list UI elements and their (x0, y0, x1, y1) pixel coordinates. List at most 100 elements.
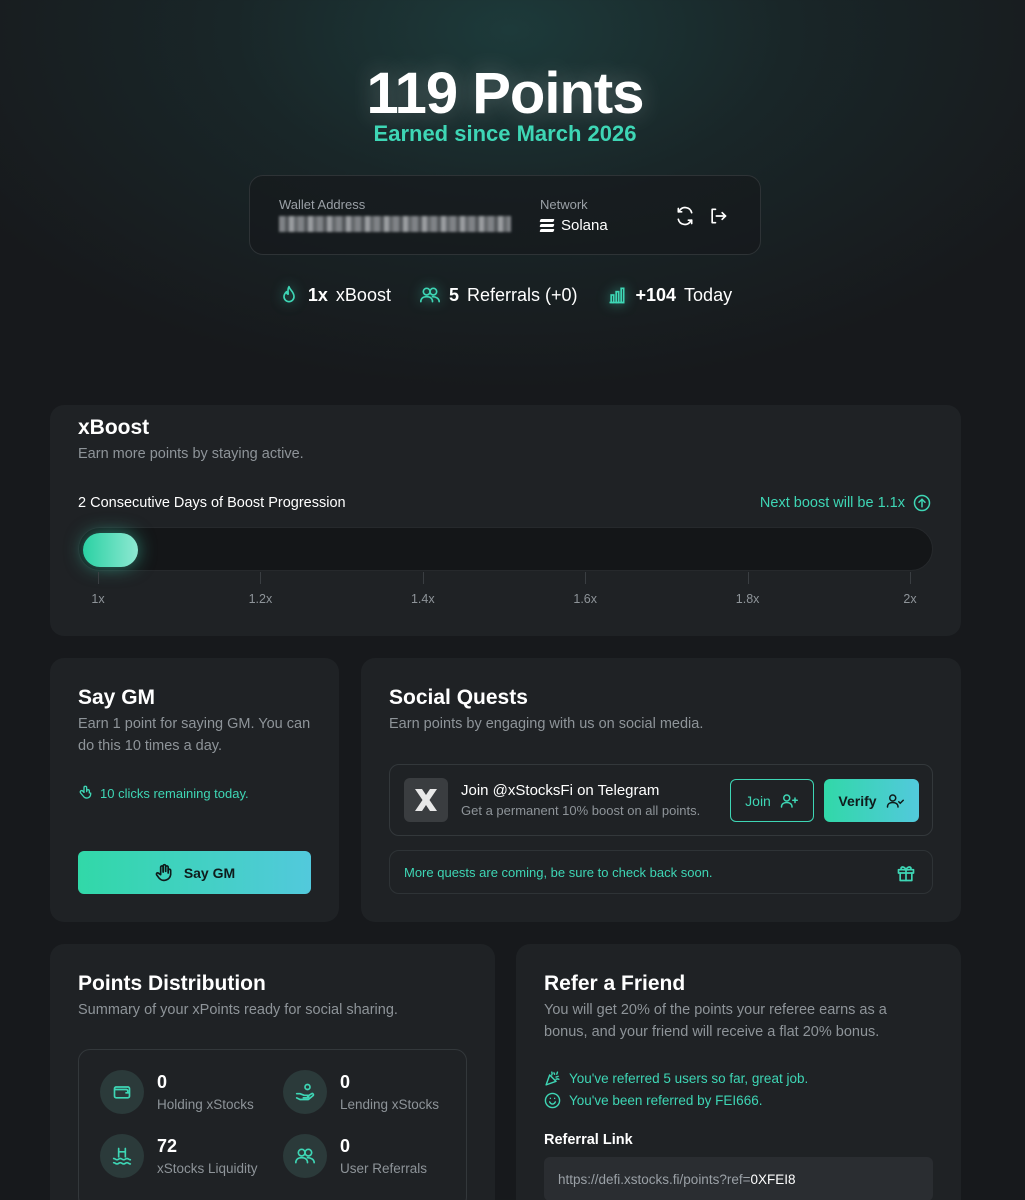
network-label: Network (540, 197, 588, 212)
xboost-label: xBoost (335, 284, 391, 305)
network-name: Solana (561, 217, 608, 234)
solana-icon (539, 219, 555, 232)
more-quests-text: More quests are coming, be sure to check… (404, 865, 713, 880)
points-total-title: 119 Points (366, 61, 645, 126)
today-value: +104 (635, 284, 677, 305)
network-value: Solana (539, 217, 608, 234)
bar-chart-icon (606, 284, 628, 306)
dist-liquidity-label: xStocks Liquidity (157, 1161, 258, 1176)
party-popper-icon (545, 1071, 560, 1086)
xboost-title: xBoost (78, 416, 150, 439)
earned-since-subtitle: Earned since March 2026 (373, 121, 637, 146)
boost-progress-track (78, 527, 933, 571)
dist-lending-value: 0 (340, 1072, 351, 1092)
boost-tick-mark (910, 572, 911, 584)
refer-friend-card: Refer a Friend You will get 20% of the p… (516, 944, 961, 1200)
xstocks-logo-icon (404, 778, 448, 822)
xboost-value: 1x (307, 284, 328, 305)
smile-icon (544, 1092, 561, 1109)
referred-by-text: You've been referred by FEI666. (569, 1093, 763, 1108)
quest-title: Join @xStocksFi on Telegram (461, 782, 660, 799)
say-gm-button-label: Say GM (183, 864, 236, 881)
refer-subtitle: You will get 20% of the points your refe… (544, 1002, 887, 1040)
say-gm-title: Say GM (78, 686, 156, 709)
social-quests-title: Social Quests (389, 686, 528, 709)
dist-referrals-value: 0 (340, 1136, 351, 1156)
user-check-icon (886, 793, 904, 808)
boost-progress-label: 2 Consecutive Days of Boost Progression (78, 495, 346, 511)
quest-description: Get a permanent 10% boost on all points. (461, 803, 701, 818)
say-gm-card: Say GM Earn 1 point for saying GM. You c… (50, 658, 339, 922)
gift-icon (897, 866, 915, 882)
join-button[interactable]: Join (730, 779, 814, 822)
refresh-button[interactable] (673, 204, 697, 228)
distribution-title: Points Distribution (78, 972, 266, 995)
quest-telegram: Join @xStocksFi on Telegram Get a perman… (389, 764, 933, 836)
say-gm-button[interactable]: Say GM (78, 851, 311, 894)
points-distribution-card: Points Distribution Summary of your xPoi… (50, 944, 495, 1200)
hand-coin-icon (283, 1070, 327, 1114)
boost-tick-mark (260, 572, 262, 584)
stats-row: 1x xBoost 5 Referrals (+0) +104 Today (0, 284, 1010, 306)
pointer-hand-icon (79, 785, 92, 799)
wallet-panel: Wallet Address Network Solana (249, 175, 761, 255)
boost-tick-label: 1x (91, 592, 105, 606)
dist-liquidity: 72 xStocks Liquidity (100, 1134, 280, 1184)
referred-count: You've referred 5 users so far, great jo… (544, 1070, 808, 1087)
waving-hand-icon (155, 863, 172, 881)
dist-lending-label: Lending xStocks (340, 1097, 440, 1112)
dist-holding: 0 Holding xStocks (100, 1070, 280, 1120)
users-icon (419, 284, 441, 306)
dist-holding-value: 0 (157, 1072, 168, 1092)
boost-tick-label: 1.6x (573, 592, 598, 606)
user-plus-icon (780, 793, 798, 808)
users-icon (283, 1134, 327, 1178)
more-quests-notice: More quests are coming, be sure to check… (389, 850, 933, 894)
stat-today: +104 Today (606, 284, 732, 306)
clicks-remaining: 10 clicks remaining today. (78, 785, 249, 801)
dist-holding-label: Holding xStocks (157, 1097, 254, 1112)
wallet-address-label: Wallet Address (279, 197, 366, 212)
arrow-up-circle-icon (913, 494, 931, 512)
boost-progress-fill (83, 533, 138, 567)
refresh-icon (677, 206, 693, 226)
next-boost-text: Next boost will be 1.1x (759, 495, 905, 511)
dist-referrals-label: User Referrals (340, 1161, 428, 1176)
distribution-grid: 0 Holding xStocks 0 Lending xStocks 72 x… (78, 1049, 467, 1200)
boost-tick-mark (422, 572, 424, 584)
referrals-value: 5 (448, 284, 459, 305)
social-quests-subtitle: Earn points by engaging with us on socia… (389, 716, 704, 732)
dist-lending: 0 Lending xStocks (283, 1070, 463, 1120)
say-gm-subtitle: Earn 1 point for saying GM. You can do t… (78, 716, 311, 754)
boost-tick-label: 1.8x (735, 592, 760, 606)
clicks-remaining-text: 10 clicks remaining today. (100, 785, 249, 801)
referral-link-code: 0XFEI8 (750, 1171, 796, 1187)
dist-referrals: 0 User Referrals (283, 1134, 463, 1184)
referred-count-text: You've referred 5 users so far, great jo… (569, 1071, 809, 1086)
boost-tick-label: 1.2x (248, 592, 273, 606)
boost-tick-label: 1.4x (410, 592, 435, 606)
logout-button[interactable] (706, 204, 730, 228)
referrals-label: Referrals (+0) (466, 284, 578, 305)
join-button-label: Join (745, 792, 771, 809)
distribution-subtitle: Summary of your xPoints ready for social… (78, 1002, 398, 1018)
boost-tick-mark (585, 572, 587, 584)
boost-tick-mark (98, 572, 99, 584)
verify-button-label: Verify (838, 792, 877, 809)
xboost-subtitle: Earn more points by staying active. (78, 446, 304, 462)
xboost-card: xBoost Earn more points by staying activ… (50, 405, 961, 636)
logout-icon (711, 208, 727, 224)
boost-tick-label: 2x (903, 592, 917, 606)
dist-liquidity-value: 72 (157, 1136, 178, 1156)
verify-button[interactable]: Verify (824, 779, 919, 822)
next-boost-info: Next boost will be 1.1x (760, 494, 931, 512)
social-quests-card: Social Quests Earn points by engaging wi… (361, 658, 961, 922)
referral-link-field[interactable]: https://defi.xstocks.fi/points?ref= 0XFEI… (544, 1157, 933, 1200)
wallet-address-redacted (279, 216, 511, 232)
flame-icon (278, 284, 300, 306)
referred-by: You've been referred by FEI666. (544, 1092, 762, 1109)
referral-link-label: Referral Link (544, 1132, 633, 1148)
waves-icon (100, 1134, 144, 1178)
boost-tick-mark (747, 572, 749, 584)
stat-referrals: 5 Referrals (+0) (419, 284, 578, 306)
